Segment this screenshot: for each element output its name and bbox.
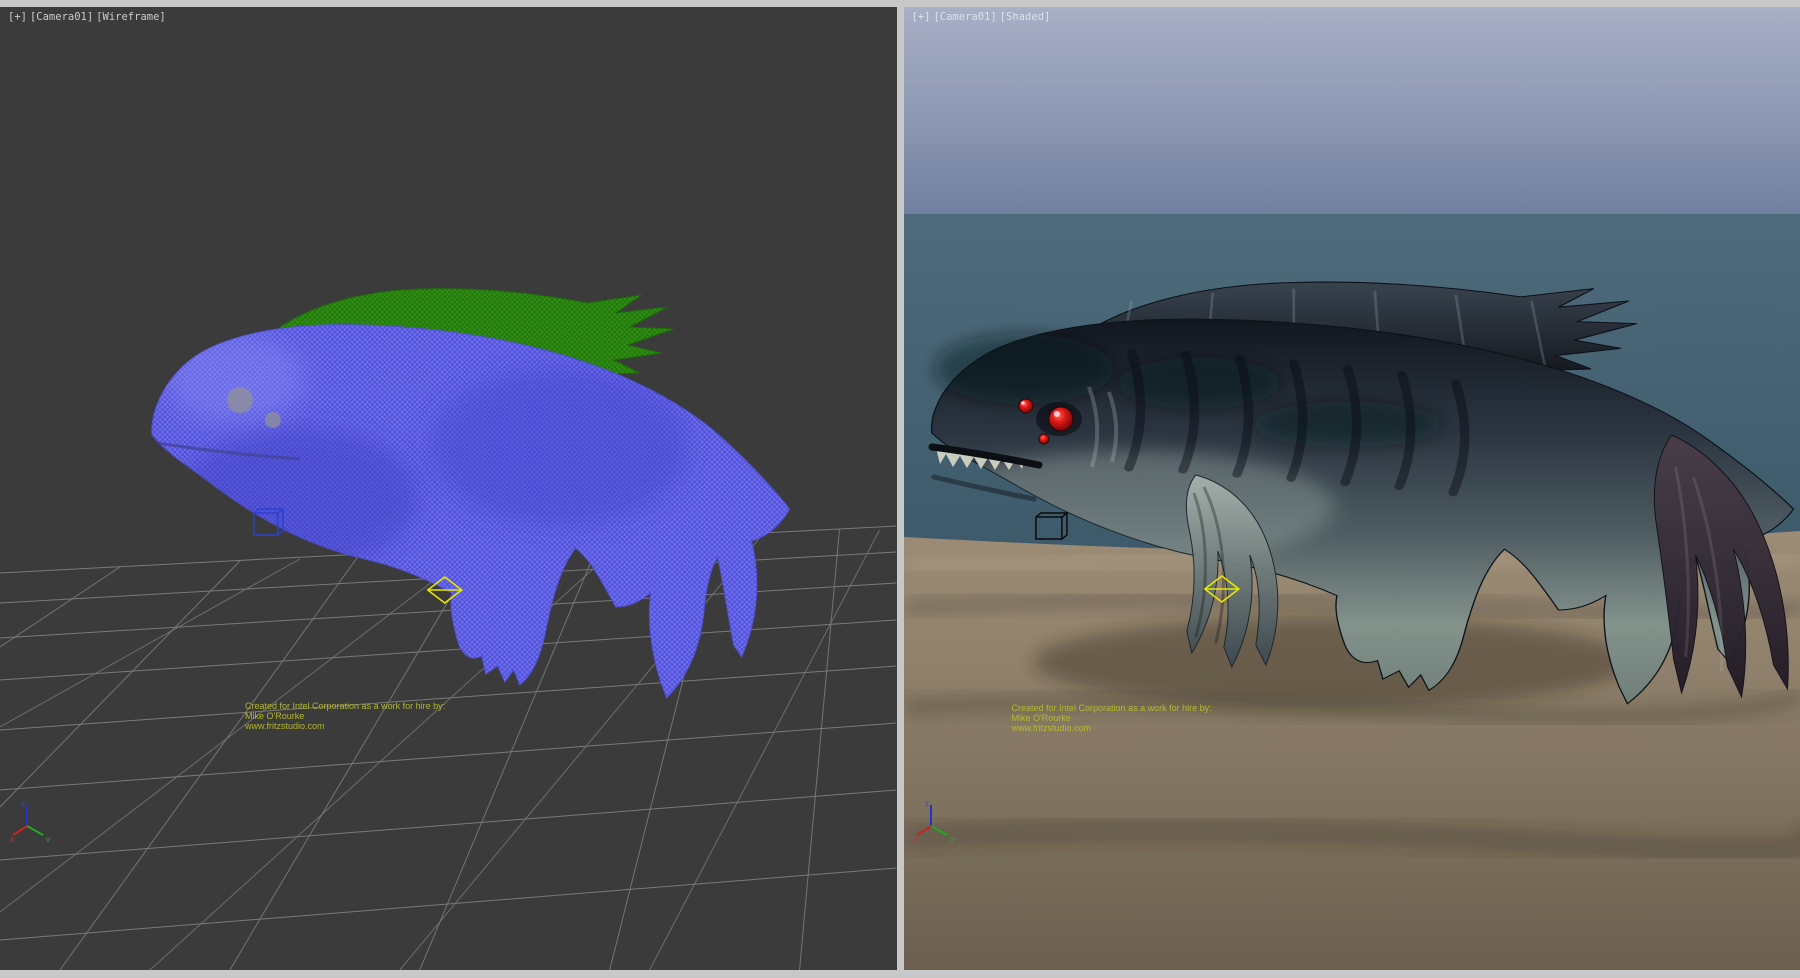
viewport-left[interactable]: [+] [Camera01] [Wireframe] bbox=[0, 7, 897, 970]
watermark-line2: Mike O'Rourke bbox=[245, 711, 445, 721]
fish-shadow bbox=[1033, 617, 1633, 707]
viewport-canvas-wireframe[interactable] bbox=[0, 7, 897, 970]
viewport-right[interactable]: [+] [Camera01] [Shaded] bbox=[904, 7, 1800, 970]
axis-x-label: x bbox=[914, 835, 918, 842]
axis-x-label: x bbox=[10, 835, 14, 842]
viewport-menu-pov[interactable]: [Camera01] bbox=[933, 11, 996, 23]
watermark-line2: Mike O'Rourke bbox=[1012, 713, 1212, 723]
watermark-line3: www.fritzstudio.com bbox=[245, 721, 445, 731]
viewport-workspace: [+] [Camera01] [Wireframe] bbox=[0, 0, 1800, 978]
viewport-menu-shading[interactable]: [Shaded] bbox=[1000, 11, 1051, 23]
world-axis-tripod: z x y bbox=[914, 796, 960, 842]
fish-eye-spot bbox=[227, 387, 253, 413]
creator-watermark: Created for Intel Corporation as a work … bbox=[245, 701, 445, 731]
axis-z-label: z bbox=[21, 799, 25, 808]
fish-eye-highlight bbox=[1053, 411, 1059, 417]
axis-y-label: y bbox=[950, 835, 954, 842]
creator-watermark: Created for Intel Corporation as a work … bbox=[1012, 703, 1212, 733]
watermark-line3: www.fritzstudio.com bbox=[1012, 723, 1212, 733]
viewport-menu-shading[interactable]: [Wireframe] bbox=[96, 11, 166, 23]
axis-z-label: z bbox=[925, 799, 929, 808]
watermark-line1: Created for Intel Corporation as a work … bbox=[1012, 703, 1212, 713]
viewport-menu-general[interactable]: [+] bbox=[8, 11, 27, 23]
axis-y-label: y bbox=[46, 835, 50, 842]
viewport-menu-pov[interactable]: [Camera01] bbox=[30, 11, 93, 23]
viewport-menu-general[interactable]: [+] bbox=[912, 11, 931, 23]
fish-eye-second bbox=[1018, 399, 1032, 413]
viewport-canvas-shaded[interactable] bbox=[904, 7, 1800, 970]
watermark-line1: Created for Intel Corporation as a work … bbox=[245, 701, 445, 711]
viewport-label: [+] [Camera01] [Wireframe] bbox=[8, 11, 166, 23]
fish-eye-main bbox=[1048, 407, 1072, 431]
world-axis-tripod: z x y bbox=[10, 796, 56, 842]
sky bbox=[904, 7, 1800, 216]
fish-eye-spot-small bbox=[265, 412, 281, 428]
fish-eye-highlight-small bbox=[1021, 401, 1025, 405]
fish-eye-third bbox=[1038, 434, 1048, 444]
fish-head-shading bbox=[933, 334, 1113, 404]
viewport-label: [+] [Camera01] [Shaded] bbox=[912, 11, 1051, 23]
